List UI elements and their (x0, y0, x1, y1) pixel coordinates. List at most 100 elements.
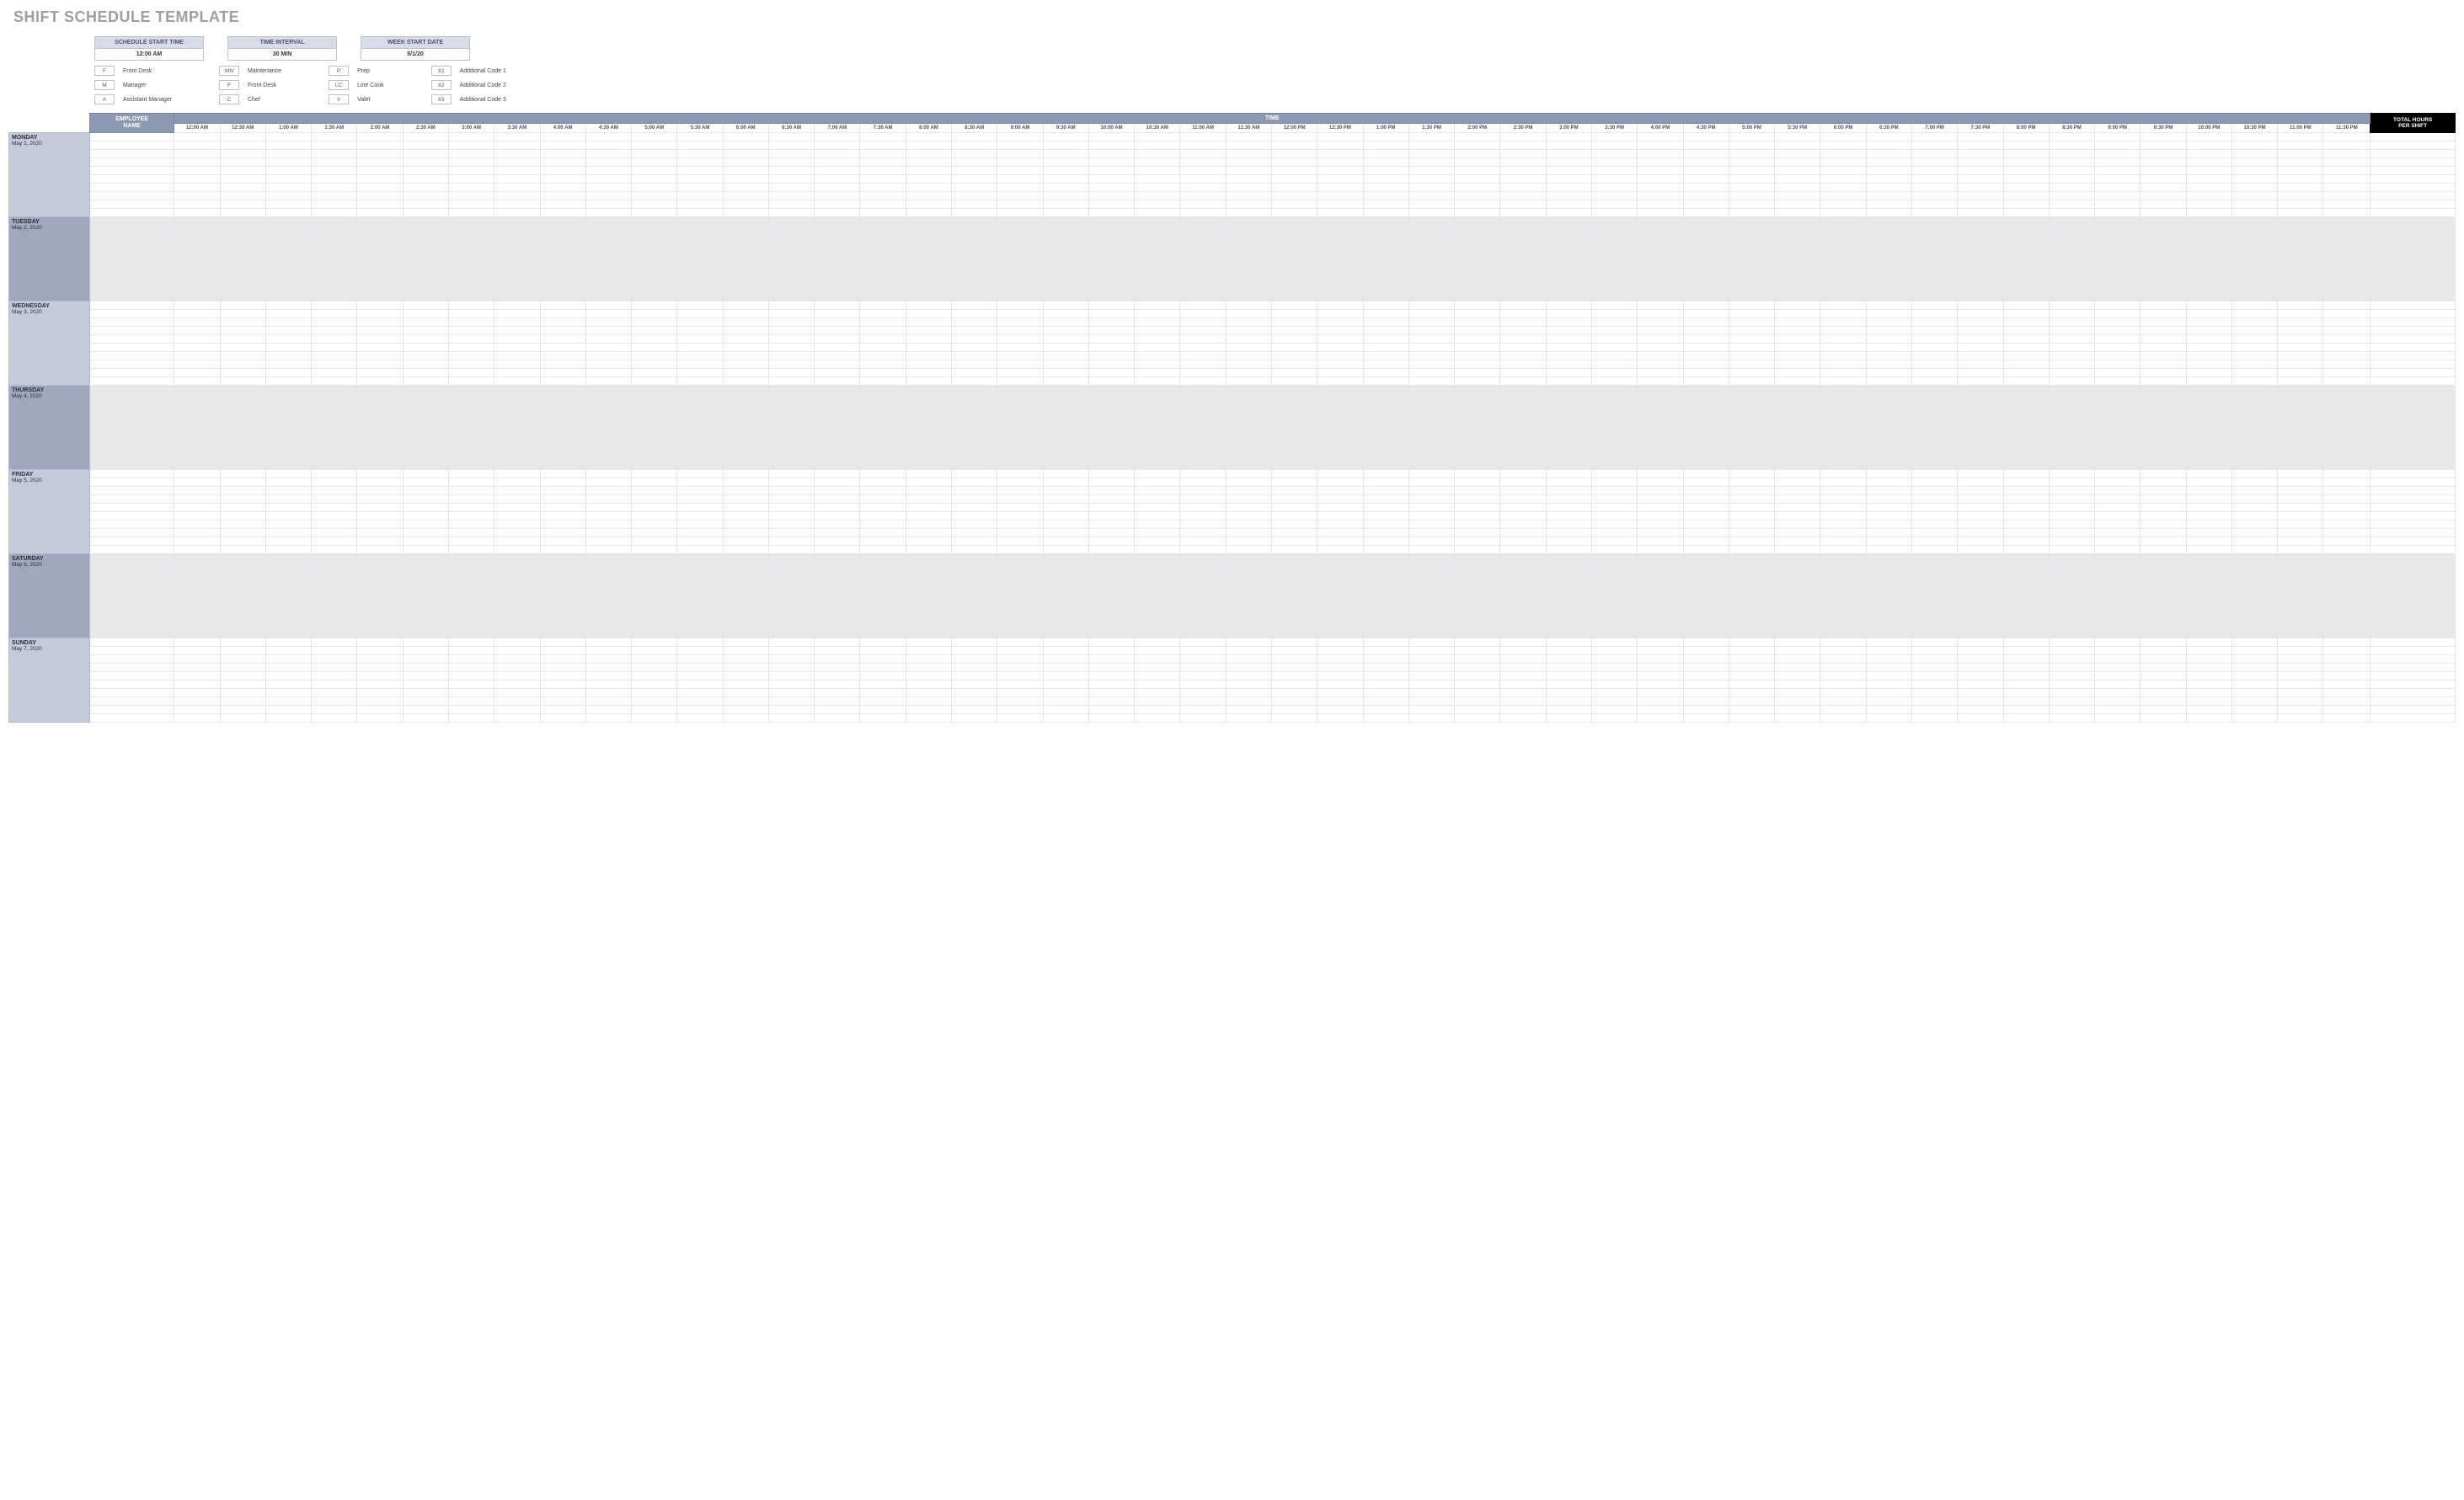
shift-cell[interactable] (220, 276, 265, 285)
shift-cell[interactable] (1546, 141, 1591, 150)
shift-cell[interactable] (2278, 386, 2323, 394)
shift-cell[interactable] (2278, 234, 2323, 243)
shift-cell[interactable] (494, 268, 540, 276)
shift-cell[interactable] (585, 664, 631, 672)
shift-cell[interactable] (860, 596, 906, 605)
shift-cell[interactable] (2278, 445, 2323, 453)
shift-cell[interactable] (1958, 706, 2003, 714)
shift-cell[interactable] (1500, 318, 1546, 327)
shift-cell[interactable] (906, 234, 951, 243)
shift-cell[interactable] (1318, 360, 1363, 369)
shift-cell[interactable] (1272, 403, 1318, 411)
shift-cell[interactable] (1408, 158, 1454, 167)
shift-cell[interactable] (723, 596, 768, 605)
shift-cell[interactable] (1455, 681, 1500, 689)
shift-cell[interactable] (1180, 596, 1226, 605)
shift-cell[interactable] (815, 285, 860, 293)
employee-name-cell[interactable] (90, 697, 174, 706)
shift-cell[interactable] (448, 672, 494, 681)
shift-cell[interactable] (815, 428, 860, 436)
shift-cell[interactable] (952, 419, 997, 428)
shift-cell[interactable] (265, 133, 311, 141)
shift-cell[interactable] (860, 377, 906, 386)
shift-cell[interactable] (1638, 200, 1683, 209)
shift-cell[interactable] (265, 411, 311, 419)
shift-cell[interactable] (2049, 411, 2094, 419)
shift-cell[interactable] (1318, 302, 1363, 310)
shift-cell[interactable] (632, 318, 677, 327)
shift-cell[interactable] (1226, 445, 1271, 453)
shift-cell[interactable] (632, 268, 677, 276)
shift-cell[interactable] (357, 647, 403, 655)
shift-cell[interactable] (677, 689, 723, 697)
shift-cell[interactable] (2323, 209, 2370, 217)
shift-cell[interactable] (494, 192, 540, 200)
shift-cell[interactable] (860, 554, 906, 563)
shift-cell[interactable] (1043, 436, 1088, 445)
shift-cell[interactable] (2278, 352, 2323, 360)
shift-cell[interactable] (1043, 697, 1088, 706)
shift-cell[interactable] (997, 200, 1043, 209)
shift-cell[interactable] (540, 175, 585, 184)
shift-cell[interactable] (494, 638, 540, 647)
shift-cell[interactable] (1043, 310, 1088, 318)
shift-cell[interactable] (448, 563, 494, 571)
shift-cell[interactable] (1088, 571, 1134, 579)
shift-cell[interactable] (860, 613, 906, 622)
shift-cell[interactable] (906, 605, 951, 613)
shift-cell[interactable] (1638, 133, 1683, 141)
shift-cell[interactable] (723, 537, 768, 546)
shift-cell[interactable] (2095, 647, 2141, 655)
shift-cell[interactable] (1911, 436, 1957, 445)
shift-cell[interactable] (952, 184, 997, 192)
shift-cell[interactable] (1546, 554, 1591, 563)
shift-cell[interactable] (174, 462, 220, 470)
shift-cell[interactable] (585, 327, 631, 335)
shift-cell[interactable] (860, 234, 906, 243)
shift-cell[interactable] (1729, 192, 1774, 200)
shift-cell[interactable] (2323, 184, 2370, 192)
shift-cell[interactable] (1591, 436, 1637, 445)
shift-cell[interactable] (1180, 537, 1226, 546)
shift-cell[interactable] (540, 487, 585, 495)
shift-cell[interactable] (312, 133, 357, 141)
shift-cell[interactable] (1500, 377, 1546, 386)
shift-cell[interactable] (2231, 141, 2277, 150)
shift-cell[interactable] (906, 209, 951, 217)
shift-cell[interactable] (1455, 613, 1500, 622)
shift-cell[interactable] (1500, 495, 1546, 504)
shift-cell[interactable] (265, 259, 311, 268)
shift-cell[interactable] (677, 310, 723, 318)
shift-cell[interactable] (1775, 234, 1820, 243)
shift-cell[interactable] (312, 655, 357, 664)
shift-cell[interactable] (1135, 318, 1180, 327)
shift-cell[interactable] (632, 251, 677, 259)
shift-cell[interactable] (1455, 133, 1500, 141)
shift-cell[interactable] (1226, 647, 1271, 655)
shift-cell[interactable] (2049, 167, 2094, 175)
shift-cell[interactable] (1729, 664, 1774, 672)
shift-cell[interactable] (220, 512, 265, 520)
shift-cell[interactable] (2278, 327, 2323, 335)
shift-cell[interactable] (1135, 664, 1180, 672)
shift-cell[interactable] (1226, 226, 1271, 234)
shift-cell[interactable] (1638, 259, 1683, 268)
shift-cell[interactable] (1408, 217, 1454, 226)
shift-cell[interactable] (1775, 344, 1820, 352)
shift-cell[interactable] (1958, 175, 2003, 184)
shift-cell[interactable] (2049, 622, 2094, 630)
shift-cell[interactable] (2003, 428, 2049, 436)
shift-cell[interactable] (1455, 243, 1500, 251)
shift-cell[interactable] (2323, 504, 2370, 512)
shift-cell[interactable] (1729, 546, 1774, 554)
shift-cell[interactable] (1363, 158, 1408, 167)
shift-cell[interactable] (1500, 217, 1546, 226)
shift-cell[interactable] (723, 546, 768, 554)
shift-cell[interactable] (174, 596, 220, 605)
shift-cell[interactable] (312, 622, 357, 630)
shift-cell[interactable] (2049, 217, 2094, 226)
shift-cell[interactable] (2278, 664, 2323, 672)
employee-name-cell[interactable] (90, 520, 174, 529)
shift-cell[interactable] (1729, 243, 1774, 251)
shift-cell[interactable] (1272, 200, 1318, 209)
